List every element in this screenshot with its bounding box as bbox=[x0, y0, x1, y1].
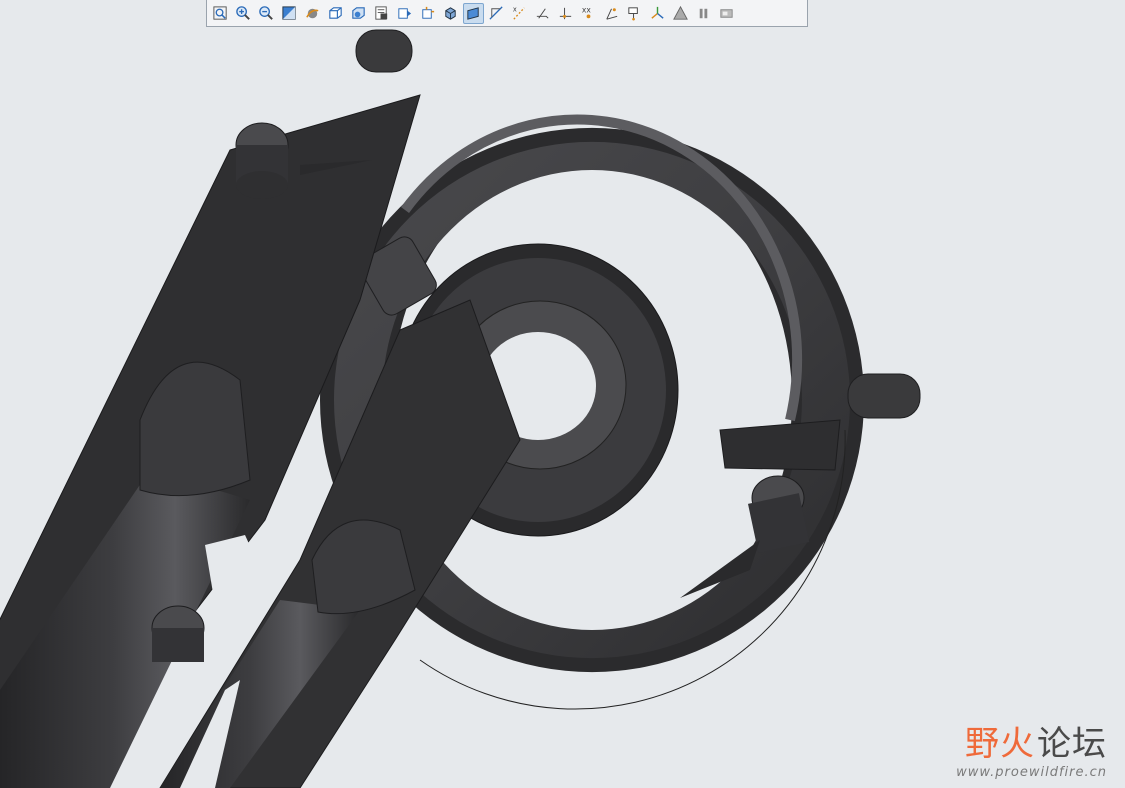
toolbar-button-layers[interactable] bbox=[371, 3, 392, 24]
spin-center-display-icon bbox=[649, 5, 666, 22]
csys-display-icon bbox=[557, 5, 574, 22]
saved-views-icon bbox=[350, 5, 367, 22]
watermark-title-a: 野火 bbox=[965, 724, 1035, 764]
spin-center-icon bbox=[304, 5, 321, 22]
toolbar-button-perspective[interactable] bbox=[417, 3, 438, 24]
toolbar-button-axis-display[interactable]: x bbox=[509, 3, 530, 24]
toolbar-button-display-style[interactable] bbox=[440, 3, 461, 24]
toolbar-button-repaint[interactable] bbox=[279, 3, 300, 24]
svg-text:xx: xx bbox=[582, 5, 591, 14]
toolbar-button-plane-display[interactable] bbox=[486, 3, 507, 24]
toolbar-button-point-tags[interactable]: xx bbox=[578, 3, 599, 24]
toolbar-button-pause[interactable] bbox=[693, 3, 714, 24]
point-display-icon bbox=[534, 5, 551, 22]
zoom-out-icon bbox=[258, 5, 275, 22]
perspective-icon bbox=[419, 5, 436, 22]
display-settings-icon bbox=[718, 5, 735, 22]
toolbar-button-refit[interactable] bbox=[210, 3, 231, 24]
plane-display-icon bbox=[488, 5, 505, 22]
toolbar-button-annotation-display[interactable] bbox=[624, 3, 645, 24]
repaint-icon bbox=[281, 5, 298, 22]
watermark-url: www.proewildfire.cn bbox=[956, 765, 1107, 780]
toolbar-button-zoom-out[interactable] bbox=[256, 3, 277, 24]
simulation-icon bbox=[672, 5, 689, 22]
toolbar-button-saved-views[interactable] bbox=[348, 3, 369, 24]
toolbar-button-csys-tags[interactable] bbox=[601, 3, 622, 24]
view-manager-icon bbox=[396, 5, 413, 22]
layers-icon bbox=[373, 5, 390, 22]
toolbar-button-display-settings[interactable] bbox=[716, 3, 737, 24]
toolbar-button-zoom-in[interactable] bbox=[233, 3, 254, 24]
pause-icon bbox=[695, 5, 712, 22]
display-style-icon bbox=[442, 5, 459, 22]
watermark-title-b: 论坛 bbox=[1037, 724, 1107, 764]
forum-watermark: 野火 论坛 www.proewildfire.cn bbox=[956, 725, 1107, 780]
axis-display-icon: x bbox=[511, 5, 528, 22]
annotation-display-icon bbox=[626, 5, 643, 22]
toolbar-button-simulation[interactable] bbox=[670, 3, 691, 24]
zoom-in-icon bbox=[235, 5, 252, 22]
refit-icon bbox=[212, 5, 229, 22]
model-viewport[interactable] bbox=[0, 0, 1125, 788]
toolbar-button-view-orient[interactable] bbox=[325, 3, 346, 24]
svg-text:x: x bbox=[513, 5, 517, 13]
toolbar-button-point-display[interactable] bbox=[532, 3, 553, 24]
toolbar-button-shaded-edges[interactable] bbox=[463, 2, 484, 24]
shaded-edges-icon bbox=[465, 5, 482, 22]
toolbar-button-csys-display[interactable] bbox=[555, 3, 576, 24]
toolbar-button-view-manager[interactable] bbox=[394, 3, 415, 24]
toolbar-button-spin-center-display[interactable] bbox=[647, 3, 668, 24]
view-orient-icon bbox=[327, 5, 344, 22]
point-tags-icon: xx bbox=[580, 5, 597, 22]
view-toolbar: x xx bbox=[206, 0, 808, 27]
burner-part-model[interactable] bbox=[0, 29, 921, 788]
watermark-logo: 野火 论坛 bbox=[956, 725, 1107, 763]
toolbar-button-spin-center[interactable] bbox=[302, 3, 323, 24]
csys-tags-icon bbox=[603, 5, 620, 22]
